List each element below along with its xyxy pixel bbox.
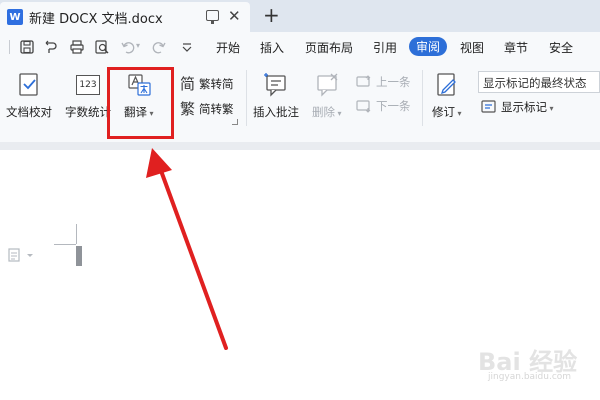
- insert-comment-icon: [264, 73, 286, 97]
- baidu-jingyan-url-watermark: jingyan.baidu.com: [488, 372, 572, 382]
- document-tab-title: 新建 DOCX 文档.docx: [29, 11, 163, 27]
- proofread-label: 文档校对: [6, 105, 52, 119]
- tab-insert[interactable]: 插入: [260, 39, 284, 56]
- tab-home[interactable]: 开始: [216, 39, 240, 56]
- customize-quick-access-icon[interactable]: [180, 40, 194, 54]
- ribbon-bottom-strip: [0, 142, 600, 150]
- trad-to-simp-button[interactable]: 简 繁转简: [180, 73, 234, 94]
- previous-comment-label: 上一条: [376, 75, 411, 89]
- tab-view[interactable]: 视图: [460, 39, 484, 56]
- new-tab-button[interactable]: +: [263, 4, 280, 26]
- ribbon-separator: [422, 70, 423, 126]
- print-icon[interactable]: [70, 40, 84, 54]
- undo-history-icon[interactable]: [44, 40, 58, 54]
- track-changes-icon: [437, 73, 456, 96]
- simp-to-trad-label: 简转繁: [199, 101, 234, 116]
- word-count-label: 字数统计: [65, 105, 111, 119]
- redo-icon[interactable]: [152, 40, 166, 54]
- tab-security[interactable]: 安全: [549, 39, 573, 56]
- word-count-icon-text: 123: [79, 80, 97, 90]
- show-markup-label: 显示标记 ▾: [501, 100, 554, 114]
- previous-comment-icon: [356, 75, 371, 87]
- delete-comment-icon: [317, 73, 338, 97]
- paragraph-layout-icon[interactable]: [8, 248, 36, 262]
- group-dialog-launcher-icon[interactable]: [232, 119, 238, 125]
- page-corner-mark: [76, 224, 77, 244]
- word-count-button[interactable]: 123 字数统计: [65, 72, 111, 120]
- undo-icon[interactable]: [121, 40, 135, 54]
- delete-comment-label: 删除 ▾: [312, 105, 342, 119]
- translate-highlight-box: [107, 67, 174, 139]
- track-changes-label: 修订 ▾: [432, 105, 462, 119]
- tab-page-layout[interactable]: 页面布局: [305, 39, 353, 56]
- ribbon-separator: [246, 70, 247, 126]
- close-tab-icon[interactable]: ✕: [228, 7, 241, 25]
- review-ribbon: 文档校对 123 字数统计 翻译 ▾ 简 繁转简 繁 简转繁 插入批注 删除 ▾…: [0, 62, 600, 142]
- undo-dropdown-icon[interactable]: ▾: [136, 41, 140, 50]
- next-comment-button[interactable]: 下一条: [356, 98, 411, 114]
- tab-references[interactable]: 引用: [373, 39, 397, 56]
- proofread-button[interactable]: 文档校对: [6, 72, 52, 120]
- print-preview-icon[interactable]: [95, 40, 109, 54]
- simp-to-trad-icon: 繁: [180, 100, 196, 118]
- show-markup-icon: [481, 100, 496, 113]
- pin-window-icon[interactable]: [206, 10, 219, 24]
- text-cursor: [76, 246, 82, 266]
- word-count-icon: 123: [76, 75, 100, 95]
- trad-to-simp-icon: 简: [180, 75, 196, 93]
- next-comment-label: 下一条: [376, 99, 411, 113]
- next-comment-icon: [356, 100, 371, 113]
- wps-writer-logo-icon: W: [7, 9, 23, 25]
- insert-comment-label: 插入批注: [253, 105, 299, 119]
- title-bar: W 新建 DOCX 文档.docx ✕ +: [0, 0, 600, 32]
- tab-review[interactable]: 审阅: [409, 37, 448, 56]
- menu-bar: ▾ 开始 插入 页面布局 引用 审阅 视图 章节 安全: [0, 32, 600, 62]
- delete-comment-button[interactable]: 删除 ▾: [312, 72, 342, 120]
- insert-comment-button[interactable]: 插入批注: [253, 72, 299, 120]
- track-changes-button[interactable]: 修订 ▾: [432, 72, 462, 120]
- tab-chapter[interactable]: 章节: [504, 39, 528, 56]
- quick-access-separator: [9, 40, 10, 54]
- show-markup-button[interactable]: 显示标记 ▾: [481, 99, 554, 115]
- markup-display-mode-select[interactable]: 显示标记的最终状态: [478, 71, 600, 93]
- previous-comment-button[interactable]: 上一条: [356, 74, 411, 90]
- document-tab[interactable]: W 新建 DOCX 文档.docx ✕: [0, 2, 250, 32]
- save-icon[interactable]: [20, 40, 34, 54]
- proofread-icon: [19, 73, 38, 96]
- page-corner-mark: [54, 244, 76, 245]
- simp-to-trad-button[interactable]: 繁 简转繁: [180, 98, 234, 119]
- trad-to-simp-label: 繁转简: [199, 76, 234, 91]
